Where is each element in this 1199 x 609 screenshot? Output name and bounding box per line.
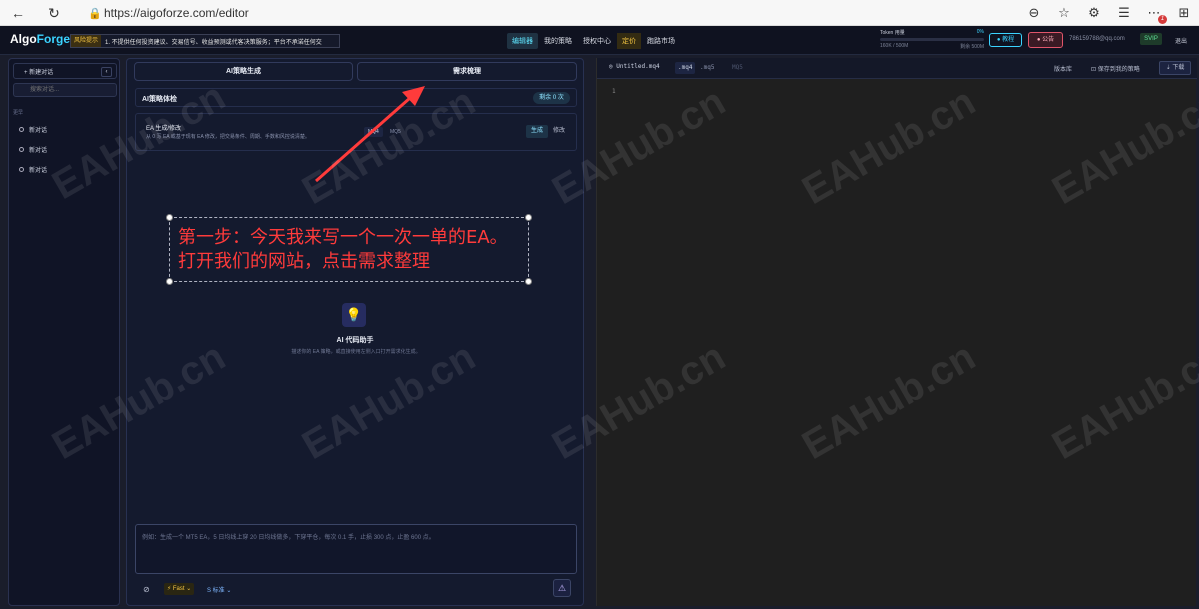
save-strategy-button[interactable]: ⊡ 保存到我的策略 <box>1091 64 1140 73</box>
ai-panel: AI策略生成 需求梳理 AI策略体检 剩余 0 次 EA 生成/修改 从 0 写… <box>126 58 584 606</box>
favorite-icon[interactable]: ☆ <box>1049 5 1079 21</box>
token-label: Token 用量 <box>880 30 905 36</box>
remaining-quota-badge: 剩余 0 次 <box>533 92 570 104</box>
address-bar[interactable]: 🔒 https://aigoforze.com/editor <box>88 3 1028 23</box>
assistant-title: AI 代码助手 <box>336 337 374 344</box>
url-text[interactable]: https://aigoforze.com/editor <box>104 6 249 20</box>
nav-editor[interactable]: 编辑器 <box>507 33 538 49</box>
reload-icon[interactable]: ↻ <box>40 0 68 26</box>
strategy-checkup-row: AI策略体检 剩余 0 次 <box>135 88 577 107</box>
attach-icon[interactable]: ⊘ <box>143 585 150 594</box>
token-used: 160K / 500M <box>880 43 909 49</box>
browser-actions: ⊖ ☆ ⚙ ☰ ⋯ 1 ⊞ <box>1019 0 1199 26</box>
favorites-bar-icon[interactable]: ☰ <box>1109 5 1139 21</box>
conversation-item[interactable]: 新对话 <box>13 121 117 137</box>
lightbulb-icon: 💡 <box>342 303 366 327</box>
save-strategy-label: 保存到我的策略 <box>1097 67 1140 73</box>
nav-license-center[interactable]: 授权中心 <box>578 33 616 49</box>
zoom-icon[interactable]: ⊖ <box>1019 5 1049 21</box>
annotation-box: 第一步：今天我来写一个一次一单的EA。 打开我们的网站，点击需求整理 <box>166 214 532 285</box>
top-nav: 编辑器 我的策略 授权中心 定价 跑路市场 <box>507 33 681 49</box>
modify-button[interactable]: 修改 <box>550 125 568 138</box>
mq5-option[interactable]: MQ5 <box>386 127 405 137</box>
tab-requirements[interactable]: 需求梳理 <box>357 62 577 81</box>
send-button[interactable]: ⚠ <box>553 579 571 597</box>
standard-mode-select[interactable]: S 标准 ⌄ <box>207 585 231 594</box>
tutorial-button[interactable]: ● 教程 <box>989 33 1022 47</box>
ext-mq5-toggle[interactable]: .mq5 <box>697 62 717 74</box>
file-name: Untitled.mq4 <box>616 63 660 70</box>
conversation-item[interactable]: 新对话 <box>13 141 117 157</box>
lock-icon: 🔒 <box>88 7 102 20</box>
conversation-search-input[interactable] <box>13 83 117 97</box>
user-email: 786159788@qq.com <box>1069 36 1125 42</box>
annotation-line-1: 第一步：今天我来写一个一次一单的EA。 <box>178 227 508 248</box>
annotation-text: 第一步：今天我来写一个一次一单的EA。 打开我们的网站，点击需求整理 <box>178 226 508 274</box>
sidebar-toggle-icon[interactable]: ⊞ <box>1169 5 1199 21</box>
mq4-option[interactable]: MQ4 <box>364 127 383 137</box>
fast-mode-select[interactable]: ⚡ Fast ⌄ <box>164 583 194 595</box>
ext-mq4-toggle[interactable]: .mq4 <box>675 62 696 74</box>
download-button[interactable]: ⇣ 下载 <box>1159 61 1191 75</box>
more-icon[interactable]: ⋯ 1 <box>1139 5 1169 24</box>
mq-label: MQ5 <box>732 64 743 71</box>
back-icon[interactable]: ← <box>4 0 32 26</box>
conversation-label: 新对话 <box>29 147 48 154</box>
logo-right: Forge <box>36 32 71 46</box>
browser-toolbar: ← ↻ 🔒 https://aigoforze.com/editor ⊖ ☆ ⚙… <box>0 0 1199 26</box>
resize-handle <box>166 278 173 285</box>
app-header: AlgoForge 风险提示 1. 不提供任何投资建议、交易信号、收益预测或代客… <box>0 26 1199 55</box>
extensions-icon[interactable]: ⚙ <box>1079 5 1109 21</box>
resize-handle <box>525 214 532 221</box>
token-left: 剩余 500M <box>960 44 984 50</box>
conversation-label: 新对话 <box>29 167 48 174</box>
risk-tag: 风险提示 <box>71 35 102 47</box>
notice-button[interactable]: ● 公告 <box>1028 32 1063 48</box>
svip-badge: SVIP <box>1140 33 1162 45</box>
collapse-sidebar-button[interactable]: ‹ <box>101 67 112 77</box>
ea-generate-card: EA 生成/修改 从 0 写 EA 或基于现有 EA 修改，把交易条件、周期、手… <box>135 113 577 151</box>
nav-my-strategies[interactable]: 我的策略 <box>539 33 577 49</box>
risk-text: 1. 不提供任何投资建议、交易信号、收益预测或代客决策服务；平台不承诺任何交 <box>105 39 322 46</box>
risk-banner: 风险提示 1. 不提供任何投资建议、交易信号、收益预测或代客决策服务；平台不承诺… <box>70 34 340 48</box>
checkup-title: AI策略体检 <box>142 96 177 103</box>
section-label: 更早 <box>13 110 24 116</box>
logout-button[interactable]: 退出 <box>1175 36 1187 45</box>
resize-handle <box>166 214 173 221</box>
conversation-sidebar: + 新建对话 ‹ 更早 新对话 新对话 新对话 <box>8 58 120 606</box>
code-editor[interactable]: ◎ Untitled.mq4 .mq4 .mq5 MQ5 版本库 ⊡ 保存到我的… <box>596 58 1197 606</box>
ea-card-desc: 从 0 写 EA 或基于现有 EA 修改，把交易条件、周期、手数和风控说清楚。 <box>146 134 310 140</box>
file-tab[interactable]: ◎ Untitled.mq4 <box>609 63 660 70</box>
conversation-item[interactable]: 新对话 <box>13 161 117 177</box>
ea-card-title: EA 生成/修改 <box>146 126 182 132</box>
prompt-input[interactable]: 例如：生成一个 MT5 EA，5 日均线上穿 20 日均线做多，下穿平仓，每次 … <box>135 524 577 574</box>
editor-toolbar: ◎ Untitled.mq4 .mq4 .mq5 MQ5 版本库 ⊡ 保存到我的… <box>597 58 1197 79</box>
chat-bubble-icon <box>19 126 24 132</box>
assistant-desc: 描述你的 EA 策略，或直接使用左侧入口打开需求化生成。 <box>291 349 421 355</box>
generate-button[interactable]: 生成 <box>526 125 548 138</box>
notification-badge: 1 <box>1158 15 1167 24</box>
chat-bubble-icon <box>19 166 24 172</box>
token-bar <box>880 38 984 41</box>
new-chat-button[interactable]: + 新建对话 ‹ <box>13 63 117 79</box>
nav-pricing[interactable]: 定价 <box>617 33 641 49</box>
nav-market[interactable]: 跑路市场 <box>642 33 680 49</box>
new-chat-label: + 新建对话 <box>24 69 54 76</box>
chat-bubble-icon <box>19 146 24 152</box>
annotation-line-2: 打开我们的网站，点击需求整理 <box>178 251 430 272</box>
conversation-label: 新对话 <box>29 127 48 134</box>
token-usage: Token 用量 0% 160K / 500M 剩余 500M <box>880 29 984 50</box>
resize-handle <box>525 278 532 285</box>
tab-ai-generate[interactable]: AI策略生成 <box>134 62 353 81</box>
version-library-button[interactable]: 版本库 <box>1054 64 1072 73</box>
line-number: 1 <box>612 88 616 95</box>
logo-left: Algo <box>10 32 37 46</box>
logo[interactable]: AlgoForge <box>10 32 70 46</box>
token-percent: 0% <box>976 29 984 35</box>
